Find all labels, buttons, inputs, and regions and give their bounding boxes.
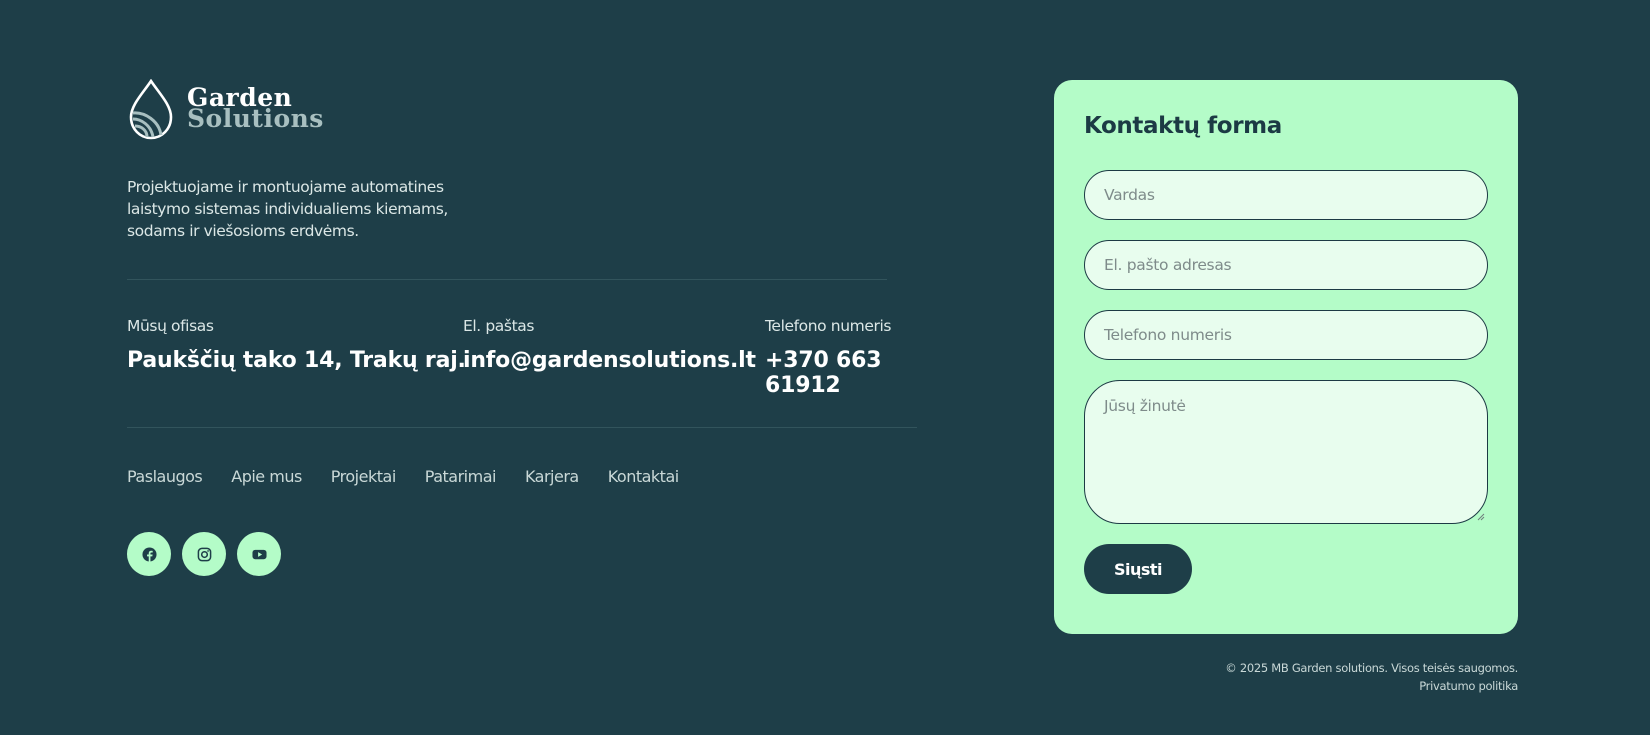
phone-link[interactable]: +370 663 61912 bbox=[765, 348, 947, 398]
email-label: El. paštas bbox=[463, 317, 535, 335]
office-address: Paukščių tako 14, Trakų raj. bbox=[127, 348, 466, 373]
divider bbox=[127, 279, 887, 280]
footer-nav: Paslaugos Apie mus Projektai Patarimai K… bbox=[127, 467, 708, 486]
logo-text-solutions: Solutions bbox=[187, 104, 324, 133]
instagram-icon bbox=[197, 547, 211, 561]
nav-link-karjera[interactable]: Karjera bbox=[525, 467, 579, 486]
footer-left: Garden Solutions Projektuojame ir montuo… bbox=[127, 0, 947, 735]
phone-placeholder: Telefono numeris bbox=[1104, 326, 1232, 344]
nav-link-patarimai[interactable]: Patarimai bbox=[425, 467, 497, 486]
message-placeholder: Jūsų žinutė bbox=[1104, 397, 1186, 415]
divider bbox=[127, 427, 917, 428]
name-field[interactable]: Vardas bbox=[1084, 170, 1488, 220]
logo[interactable]: Garden Solutions bbox=[127, 79, 324, 141]
nav-link-kontaktai[interactable]: Kontaktai bbox=[608, 467, 680, 486]
company-description: Projektuojame ir montuojame automatines … bbox=[127, 178, 448, 240]
nav-link-paslaugos[interactable]: Paslaugos bbox=[127, 467, 203, 486]
contact-form: Kontaktų forma Vardas El. pašto adresas … bbox=[1054, 80, 1518, 634]
water-drop-logo-icon bbox=[129, 79, 173, 140]
email-link[interactable]: info@gardensolutions.lt bbox=[463, 348, 756, 373]
youtube-icon bbox=[251, 549, 267, 559]
facebook-icon bbox=[141, 546, 157, 562]
nav-link-apie-mus[interactable]: Apie mus bbox=[231, 467, 302, 486]
privacy-link[interactable]: Privatumo politika bbox=[1419, 679, 1518, 693]
social-links bbox=[127, 532, 292, 576]
phone-info: Telefono numeris +370 663 61912 bbox=[765, 317, 947, 398]
youtube-button[interactable] bbox=[237, 532, 281, 576]
copyright: © 2025 MB Garden solutions. Visos teisės… bbox=[1225, 661, 1518, 675]
nav-link-projektai[interactable]: Projektai bbox=[331, 467, 396, 486]
office-label: Mūsų ofisas bbox=[127, 317, 214, 335]
name-placeholder: Vardas bbox=[1104, 186, 1155, 204]
resize-handle-icon[interactable] bbox=[1477, 513, 1485, 521]
phone-label: Telefono numeris bbox=[765, 317, 892, 335]
office-info: Mūsų ofisas Paukščių tako 14, Trakų raj. bbox=[127, 317, 466, 373]
submit-button[interactable]: Siųsti bbox=[1084, 544, 1192, 594]
form-title: Kontaktų forma bbox=[1084, 113, 1282, 139]
email-placeholder: El. pašto adresas bbox=[1104, 256, 1232, 274]
email-info: El. paštas info@gardensolutions.lt bbox=[463, 317, 756, 373]
instagram-button[interactable] bbox=[182, 532, 226, 576]
facebook-button[interactable] bbox=[127, 532, 171, 576]
phone-field[interactable]: Telefono numeris bbox=[1084, 310, 1488, 360]
message-textarea[interactable]: Jūsų žinutė bbox=[1084, 380, 1488, 524]
email-field[interactable]: El. pašto adresas bbox=[1084, 240, 1488, 290]
